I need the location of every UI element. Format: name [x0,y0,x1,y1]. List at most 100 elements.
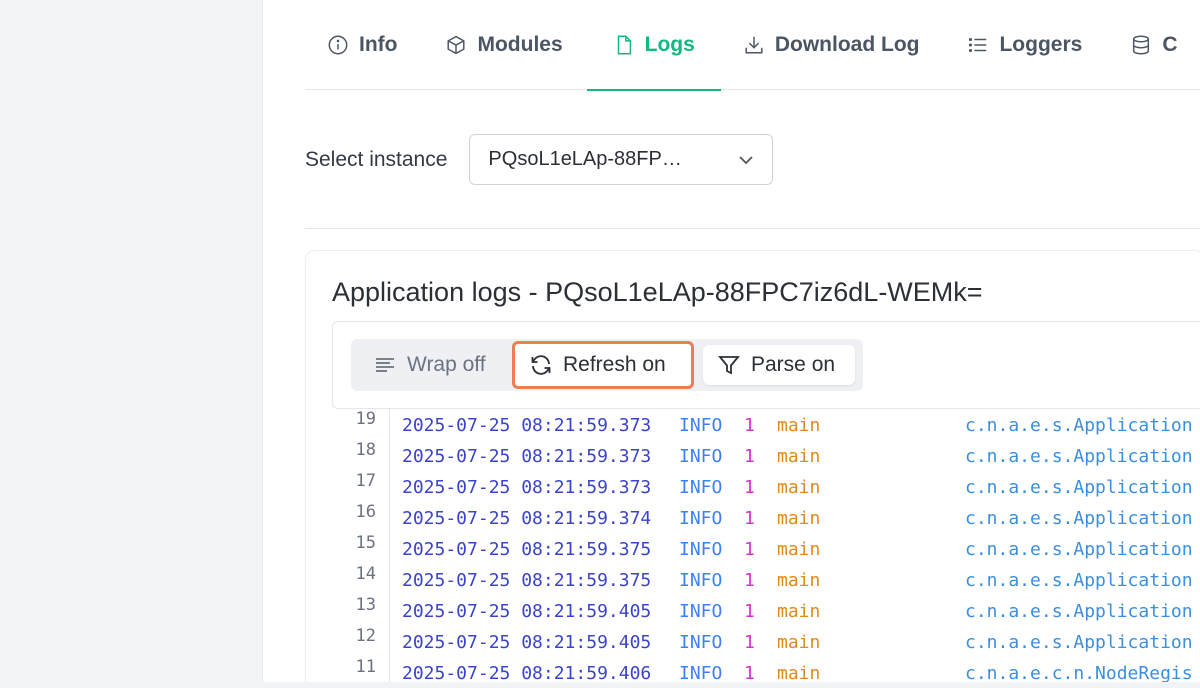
refresh-toggle-button[interactable]: Refresh on [512,341,694,389]
log-line: 12 2025-07-25 08:21:59.405 INFO 1 main c… [332,626,1200,657]
log-level: INFO [679,663,723,682]
log-pid: 1 [744,632,755,653]
log-line: 14 2025-07-25 08:21:59.375 INFO 1 main c… [332,564,1200,595]
tab-label: Modules [477,32,563,56]
line-number: 17 [355,471,376,491]
log-timestamp: 2025-07-25 08:21:59.373 [402,477,652,498]
instance-selector-row: Select instance PQsoL1eLAp-88FP… [305,134,774,185]
log-thread: main [777,508,821,529]
line-number: 18 [355,440,376,460]
log-class: c.n.a.e.s.Application [965,570,1193,591]
instance-select-value: PQsoL1eLAp-88FP… [488,148,682,170]
log-pid: 1 [744,446,755,467]
tab-label: Info [359,32,398,56]
log-line: 18 2025-07-25 08:21:59.373 INFO 1 main c… [332,440,1200,471]
chevron-down-icon [739,156,754,165]
log-class: c.n.a.e.s.Application [965,508,1193,529]
log-pid: 1 [744,415,755,436]
line-number: 14 [355,564,376,584]
log-viewer[interactable]: 19 2025-07-25 08:21:59.373 INFO 1 main c… [332,409,1200,682]
log-line: 17 2025-07-25 08:21:59.373 INFO 1 main c… [332,471,1200,502]
log-timestamp: 2025-07-25 08:21:59.375 [402,570,652,591]
log-pid: 1 [744,477,755,498]
log-line: 16 2025-07-25 08:21:59.374 INFO 1 main c… [332,502,1200,533]
log-toolbar: Wrap off Refresh on Parse on [332,321,1200,409]
refresh-toggle-label: Refresh on [563,353,666,376]
log-level: INFO [679,570,723,591]
log-line: 11 2025-07-25 08:21:59.406 INFO 1 main c… [332,657,1200,682]
parse-toggle-button[interactable]: Parse on [703,345,855,385]
file-icon [617,35,631,54]
line-number: 13 [355,595,376,615]
wrap-toggle-label: Wrap off [407,353,486,376]
tab-loggers[interactable]: Loggers [967,0,1082,90]
parse-toggle-label: Parse on [751,353,836,376]
log-thread: main [777,663,821,682]
log-level: INFO [679,632,723,653]
log-thread: main [777,446,821,467]
log-timestamp: 2025-07-25 08:21:59.405 [402,632,652,653]
log-line: 13 2025-07-25 08:21:59.405 INFO 1 main c… [332,595,1200,626]
log-class: c.n.a.e.c.n.NodeRegis [965,663,1193,682]
log-thread: main [777,570,821,591]
log-thread: main [777,415,821,436]
log-pid: 1 [744,601,755,622]
log-level: INFO [679,446,723,467]
tab-label: C [1162,32,1178,56]
tab-bar: Info Modules Logs Download Log Loggers C [305,0,1200,91]
tab-label: Download Log [774,32,920,56]
line-number: 11 [355,657,376,677]
log-class: c.n.a.e.s.Application [965,632,1193,653]
log-thread: main [777,632,821,653]
log-pid: 1 [744,570,755,591]
wrap-toggle-button[interactable]: Wrap off [359,345,500,385]
instance-select[interactable]: PQsoL1eLAp-88FP… [469,134,774,185]
log-class: c.n.a.e.s.Application [965,477,1193,498]
line-number: 12 [355,626,376,646]
log-card: Application logs - PQsoL1eLAp-88FPC7iz6d… [305,250,1200,682]
tab-logs[interactable]: Logs [586,0,722,91]
log-timestamp: 2025-07-25 08:21:59.406 [402,663,652,682]
line-number: 16 [355,502,376,522]
log-timestamp: 2025-07-25 08:21:59.375 [402,539,652,560]
tab-info[interactable]: Info [327,0,397,90]
line-number: 15 [355,533,376,553]
log-class: c.n.a.e.s.Application [965,415,1193,436]
log-timestamp: 2025-07-25 08:21:59.373 [402,446,652,467]
log-class: c.n.a.e.s.Application [965,601,1193,622]
log-level: INFO [679,601,723,622]
log-class: c.n.a.e.s.Application [965,539,1193,560]
main-panel: Info Modules Logs Download Log Loggers C… [262,0,1200,682]
line-number: 19 [355,409,376,429]
tab-caches[interactable]: C [1130,0,1178,90]
log-timestamp: 2025-07-25 08:21:59.373 [402,415,652,436]
log-pid: 1 [744,663,755,682]
tab-label: Logs [644,32,695,56]
log-class: c.n.a.e.s.Application [965,446,1193,467]
list-icon [969,37,987,52]
toolbar-button-group: Wrap off Refresh on Parse on [351,339,863,391]
tab-modules[interactable]: Modules [445,0,563,90]
log-line: 19 2025-07-25 08:21:59.373 INFO 1 main c… [332,409,1200,440]
info-icon [328,35,348,54]
log-title: Application logs - PQsoL1eLAp-88FPC7iz6d… [332,277,983,307]
cube-icon [447,35,466,54]
section-divider [305,228,1200,229]
log-thread: main [777,539,821,560]
log-timestamp: 2025-07-25 08:21:59.405 [402,601,652,622]
log-timestamp: 2025-07-25 08:21:59.374 [402,508,652,529]
download-icon [745,36,763,54]
refresh-icon [531,355,551,375]
filter-icon [718,356,740,375]
tab-download-log[interactable]: Download Log [743,0,920,90]
log-thread: main [777,601,821,622]
log-thread: main [777,477,821,498]
database-icon [1133,35,1150,54]
log-level: INFO [679,477,723,498]
instance-label: Select instance [305,147,448,171]
tab-label: Loggers [999,32,1083,56]
wrap-lines-icon [376,358,394,372]
log-level: INFO [679,415,723,436]
log-level: INFO [679,539,723,560]
sidebar-background [0,0,262,688]
